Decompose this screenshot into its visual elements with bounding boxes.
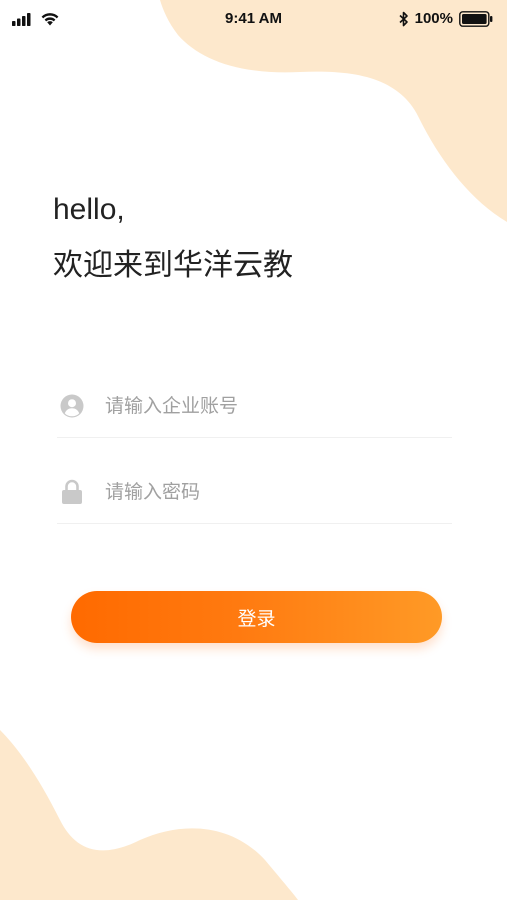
password-field[interactable] <box>57 461 452 524</box>
battery-icon <box>459 10 493 27</box>
login-button[interactable]: 登录 <box>71 591 442 643</box>
account-field[interactable] <box>57 375 452 438</box>
login-button-label: 登录 <box>237 607 276 630</box>
bottom-decoration-blob <box>0 730 298 900</box>
password-input[interactable] <box>105 481 405 503</box>
lock-icon <box>59 479 85 505</box>
greeting-welcome: 欢迎来到华洋云教 <box>53 248 293 283</box>
user-icon <box>59 393 85 419</box>
bluetooth-icon <box>399 11 408 26</box>
greeting: hello, 欢迎来到华洋云教 <box>53 190 293 286</box>
greeting-hello: hello, <box>53 193 125 226</box>
status-right: 100% <box>399 10 493 27</box>
status-bar: 9:41 AM 100% <box>0 0 507 40</box>
account-input[interactable] <box>105 395 405 417</box>
battery-percent: 100% <box>414 10 453 27</box>
